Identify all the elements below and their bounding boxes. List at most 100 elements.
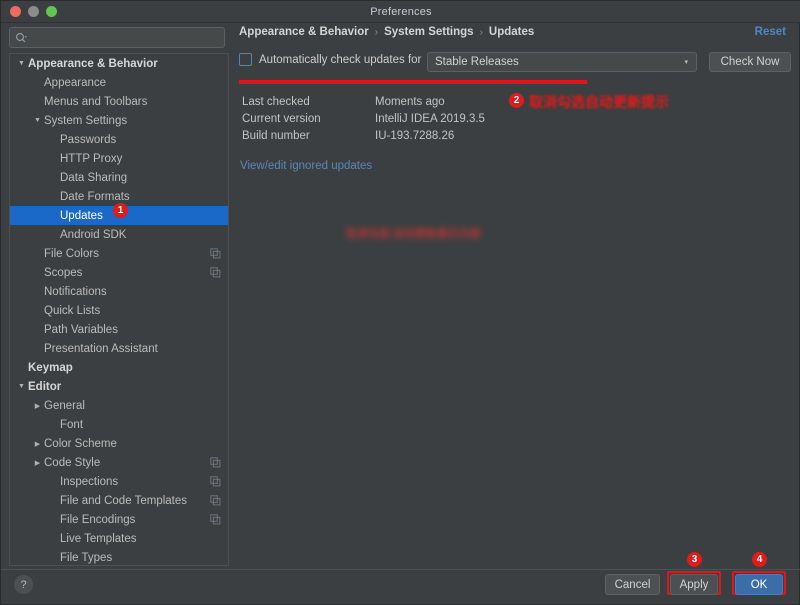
sidebar-item-file-encodings[interactable]: File Encodings [10,510,228,529]
sidebar-item-label: Presentation Assistant [44,342,158,355]
sidebar-item-live-templates[interactable]: Live Templates [10,529,228,548]
reset-link[interactable]: Reset [755,26,786,38]
copy-settings-icon[interactable] [210,248,221,259]
sidebar-item-menus-and-toolbars[interactable]: Menus and Toolbars [10,92,228,111]
annotation-badge-1: 1 [113,203,128,218]
copy-settings-icon[interactable] [210,267,221,278]
ok-button[interactable]: OK [735,574,783,595]
info-key: Last checked [242,95,310,108]
sidebar-item-http-proxy[interactable]: HTTP Proxy [10,149,228,168]
sidebar-item-file-and-code-templates[interactable]: File and Code Templates [10,491,228,510]
annotation-badge-2: 2 [509,93,524,108]
sidebar-item-label: File Encodings [60,513,136,526]
chevron-down-icon[interactable]: ▼ [32,117,43,124]
update-channel-select[interactable]: Stable Releases ▾ [427,52,697,72]
view-edit-ignored-updates-link[interactable]: View/edit ignored updates [240,160,372,172]
breadcrumb: Appearance & Behavior › System Settings … [239,26,534,38]
copy-settings-icon[interactable] [210,457,221,468]
copy-settings-icon[interactable] [210,514,221,525]
auto-check-updates-row[interactable]: Automatically check updates for [239,53,421,66]
sidebar-item-label: Android SDK [60,228,127,241]
breadcrumb-separator-icon: › [374,26,379,38]
chevron-down-icon[interactable]: ▼ [16,60,27,67]
chevron-right-icon[interactable]: ▶ [32,459,43,467]
sidebar-item-general[interactable]: ▶ General [10,396,228,415]
sidebar-item-file-colors[interactable]: File Colors [10,244,228,263]
sidebar-item-data-sharing[interactable]: Data Sharing [10,168,228,187]
sidebar-item-presentation-assistant[interactable]: Presentation Assistant [10,339,228,358]
auto-check-updates-checkbox[interactable] [239,53,252,66]
info-value: IntelliJ IDEA 2019.3.5 [375,112,485,125]
sidebar-item-label: Color Scheme [44,437,117,450]
chevron-right-icon[interactable]: ▶ [32,402,43,410]
annotation-underline-auto-check [239,80,587,84]
sidebar-item-notifications[interactable]: Notifications [10,282,228,301]
sidebar-item-label: File Types [60,551,113,564]
sidebar-item-passwords[interactable]: Passwords [10,130,228,149]
sidebar-item-label: File and Code Templates [60,494,187,507]
sidebar-item-font[interactable]: Font [10,415,228,434]
breadcrumb-item-1[interactable]: System Settings [384,26,473,38]
apply-button[interactable]: Apply [670,574,718,595]
info-key: Current version [242,112,321,125]
footer-divider [1,569,800,570]
sidebar-item-appearance-behavior[interactable]: ▼ Appearance & Behavior [10,54,228,73]
sidebar-item-file-types[interactable]: File Types [10,548,228,565]
search-input[interactable] [30,31,224,44]
sidebar-item-label: Appearance & Behavior [28,57,158,70]
sidebar-item-label: File Colors [44,247,99,260]
settings-tree[interactable]: ▼ Appearance & Behavior Appearance Menus … [9,53,229,566]
sidebar-item-code-style[interactable]: ▶ Code Style [10,453,228,472]
help-button[interactable]: ? [14,575,33,594]
sidebar-item-label: Font [60,418,84,431]
sidebar-item-label: Date Formats [60,190,130,203]
sidebar-item-system-settings[interactable]: ▼ System Settings [10,111,228,130]
sidebar-item-path-variables[interactable]: Path Variables [10,320,228,339]
table-row: Build number IU-193.7288.26 [242,127,485,144]
sidebar-item-color-scheme[interactable]: ▶ Color Scheme [10,434,228,453]
sidebar-item-label: System Settings [44,114,128,127]
breadcrumb-item-2[interactable]: Updates [489,26,534,38]
sidebar-item-label: Inspections [60,475,119,488]
sidebar-item-inspections[interactable]: Inspections [10,472,228,491]
sidebar-item-label: Data Sharing [60,171,128,184]
sidebar-item-label: HTTP Proxy [60,152,123,165]
sidebar-item-quick-lists[interactable]: Quick Lists [10,301,228,320]
breadcrumb-item-0[interactable]: Appearance & Behavior [239,26,369,38]
copy-settings-icon[interactable] [210,495,221,506]
sidebar-item-label: Scopes [44,266,83,279]
copy-settings-icon[interactable] [210,476,221,487]
sidebar-item-keymap[interactable]: Keymap [10,358,228,377]
chevron-down-icon[interactable]: ▼ [16,383,27,390]
sidebar-item-editor[interactable]: ▼ Editor [10,377,228,396]
sidebar-item-label: Editor [28,380,62,393]
chevron-down-icon: ▾ [684,59,688,66]
sidebar-item-android-sdk[interactable]: Android SDK [10,225,228,244]
cancel-button[interactable]: Cancel [605,574,660,595]
chevron-right-icon[interactable]: ▶ [32,440,43,448]
sidebar-item-appearance[interactable]: Appearance [10,73,228,92]
sidebar-item-scopes[interactable]: Scopes [10,263,228,282]
settings-search-box[interactable] [9,27,225,48]
table-row: Last checked Moments ago [242,93,485,110]
annotation-note-2: 取消勾选自动更新提示 [529,94,669,110]
sidebar-item-label: Live Templates [60,532,137,545]
update-channel-value: Stable Releases [435,56,519,68]
breadcrumb-separator-icon: › [479,26,483,38]
check-now-button[interactable]: Check Now [709,52,791,72]
table-row: Current version IntelliJ IDEA 2019.3.5 [242,110,485,127]
